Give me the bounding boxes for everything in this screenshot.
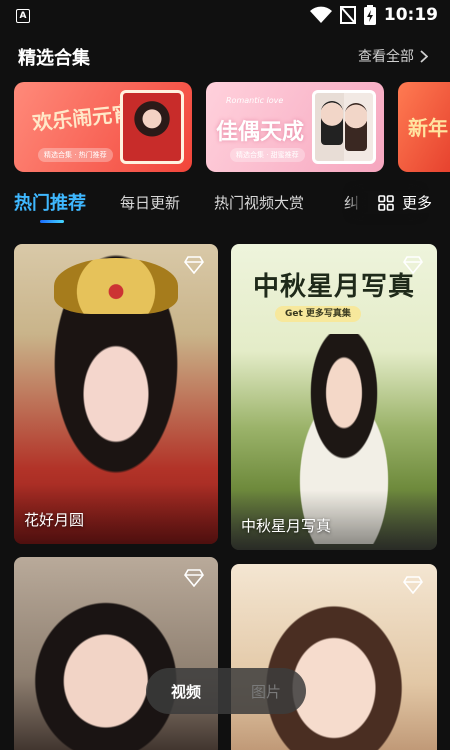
- toggle-image[interactable]: 图片: [226, 681, 306, 702]
- clock: 10:19: [383, 5, 438, 25]
- banner-subtitle: Romantic love: [226, 96, 284, 105]
- tab-partial[interactable]: 纠: [344, 192, 359, 213]
- banner-chip: 精选合集 · 热门推荐: [38, 148, 113, 162]
- more-button[interactable]: 更多: [367, 192, 432, 213]
- collection-banner[interactable]: 欢乐闹元宵 精选合集 · 热门推荐: [14, 82, 192, 172]
- diamond-icon: [403, 256, 423, 274]
- media-type-toggle: 视频 图片: [146, 668, 306, 714]
- wifi-icon: [309, 6, 332, 23]
- active-tab-indicator: [40, 220, 64, 223]
- card-overlay-pill: Get 更多写真集: [275, 306, 361, 322]
- template-card[interactable]: 中秋星月写真 Get 更多写真集 中秋星月写真: [231, 244, 437, 550]
- collection-carousel[interactable]: 欢乐闹元宵 精选合集 · 热门推荐 Romantic love 佳偶天成 精选合…: [14, 82, 450, 174]
- banner-chip: 精选合集 · 甜蜜推荐: [230, 148, 305, 162]
- toggle-video[interactable]: 视频: [146, 681, 226, 702]
- diamond-icon: [403, 576, 423, 594]
- status-bar: A 10:19: [0, 0, 450, 32]
- section-title: 精选合集: [18, 48, 90, 69]
- template-card[interactable]: [14, 557, 218, 750]
- see-all-link[interactable]: 查看全部: [358, 46, 428, 66]
- banner-portrait: [120, 90, 184, 164]
- template-card[interactable]: 花好月圆: [14, 244, 218, 544]
- banner-title: 欢乐闹元宵: [31, 100, 134, 136]
- card-image-headdress: [54, 258, 178, 314]
- collection-banner[interactable]: Romantic love 佳偶天成 精选合集 · 甜蜜推荐: [206, 82, 384, 172]
- tab-hot[interactable]: 热门推荐: [14, 189, 86, 215]
- banner-title: 佳偶天成: [216, 119, 305, 145]
- see-all-label: 查看全部: [358, 49, 414, 65]
- tab-video-awards[interactable]: 热门视频大赏: [214, 192, 304, 213]
- tab-daily[interactable]: 每日更新: [120, 192, 180, 213]
- card-label: 中秋星月写真: [241, 517, 332, 535]
- chevron-right-icon: [420, 49, 428, 63]
- no-signal-icon: [339, 6, 356, 24]
- collection-banner[interactable]: 新年: [398, 82, 450, 172]
- more-label: 更多: [401, 194, 432, 212]
- card-label: 花好月圆: [24, 511, 85, 529]
- diamond-icon: [184, 569, 204, 587]
- battery-charging-icon: [363, 5, 376, 25]
- grid-icon: [378, 194, 394, 211]
- banner-title: 新年: [408, 116, 448, 140]
- diamond-icon: [184, 256, 204, 274]
- template-card[interactable]: [231, 564, 437, 750]
- banner-portrait: [312, 90, 376, 164]
- app-notification-icon: A: [16, 9, 30, 23]
- category-tabs: 热门推荐 每日更新 热门视频大赏 纠 更多: [0, 186, 450, 226]
